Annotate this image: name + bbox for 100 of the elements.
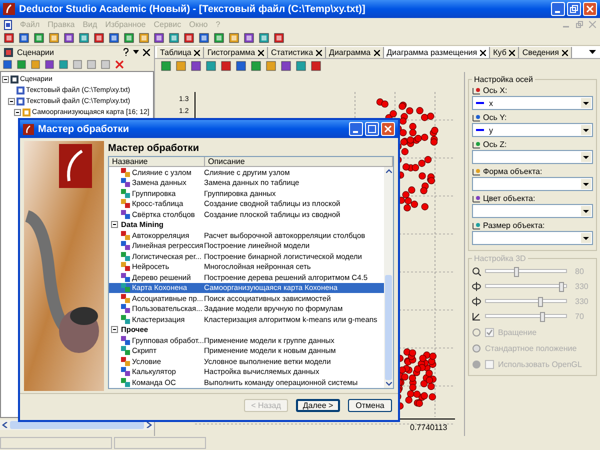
- node-icon: [121, 168, 130, 177]
- line-marker-icon: [476, 129, 484, 131]
- scroll-down-icon[interactable]: [386, 382, 392, 386]
- tab[interactable]: Гистограмма: [204, 47, 268, 58]
- close-icon[interactable]: [562, 50, 568, 56]
- dropdown-arrow-icon[interactable]: [583, 236, 589, 240]
- scroll-thumb[interactable]: [385, 275, 392, 380]
- column-header[interactable]: Описание: [205, 157, 393, 167]
- close-icon[interactable]: [509, 50, 516, 56]
- close-icon[interactable]: [194, 50, 200, 56]
- scenario-icon: [4, 48, 13, 56]
- dropdown-arrow-icon[interactable]: [583, 128, 589, 132]
- collapse-toggle-icon[interactable]: [111, 326, 118, 334]
- tab[interactable]: Таблица: [157, 47, 204, 58]
- panel-title: Сценарии: [17, 48, 55, 56]
- minimize-button[interactable]: [551, 2, 565, 16]
- close-button[interactable]: [583, 2, 597, 16]
- close-button[interactable]: [381, 122, 395, 136]
- slider-value: 330: [575, 282, 588, 291]
- node-icon: [121, 188, 130, 198]
- line-marker-icon: [476, 102, 484, 104]
- maximize-icon: [368, 125, 376, 133]
- tab[interactable]: Статистика: [268, 47, 326, 58]
- tab[interactable]: Сведения: [519, 47, 572, 58]
- node-icon: [121, 378, 130, 387]
- node-icon: [10, 75, 19, 84]
- scroll-left-icon[interactable]: [2, 422, 8, 428]
- dropdown-arrow-icon[interactable]: [589, 50, 596, 54]
- collapse-toggle-icon[interactable]: [2, 76, 9, 83]
- app-logo-icon: [23, 124, 34, 134]
- field-label: Ось Z:: [483, 140, 507, 149]
- node-icon: [121, 272, 130, 282]
- dialog-button[interactable]: Далее >: [296, 398, 340, 412]
- node-icon: [121, 262, 130, 272]
- dialog-button[interactable]: Отмена: [348, 398, 392, 412]
- rotate-icon: [472, 282, 481, 291]
- slider-value: 70: [575, 312, 584, 321]
- close-icon[interactable]: [480, 50, 486, 56]
- scrollbar[interactable]: [384, 167, 393, 388]
- close-icon[interactable]: [316, 50, 322, 56]
- node-icon: [121, 252, 130, 261]
- node-icon: [121, 367, 130, 376]
- close-icon[interactable]: [258, 50, 264, 56]
- scroll-right-icon[interactable]: [146, 422, 152, 428]
- node-icon: [121, 210, 130, 219]
- collapse-toggle-icon[interactable]: [111, 221, 118, 228]
- checkbox-label: Вращение: [498, 328, 537, 336]
- node-icon: [121, 199, 130, 208]
- field-label: Цвет объекта:: [483, 194, 536, 203]
- dropdown-arrow-icon[interactable]: [133, 50, 139, 54]
- field-label: Форма объекта:: [483, 167, 542, 176]
- scroll-up-icon[interactable]: [386, 169, 392, 173]
- minimize-button[interactable]: [349, 122, 363, 136]
- node-icon: [121, 241, 130, 250]
- close-icon: [384, 125, 392, 133]
- dropdown-arrow-icon[interactable]: [583, 182, 589, 186]
- rotate-icon: [472, 328, 481, 336]
- field-label: Ось Y:: [483, 113, 507, 122]
- node-icon: [121, 304, 130, 314]
- dialog-title: Мастер обработки: [38, 124, 129, 134]
- document-icon: [4, 20, 12, 30]
- slider-value: 80: [575, 267, 584, 276]
- rotate-icon: [472, 297, 481, 306]
- dialog-heading: Мастер обработки: [108, 142, 200, 156]
- node-icon: [121, 356, 130, 366]
- node-icon: [121, 283, 130, 292]
- collapse-toggle-icon[interactable]: [8, 98, 15, 105]
- dropdown-arrow-icon[interactable]: [583, 210, 589, 212]
- node-icon: [121, 314, 130, 324]
- close-icon[interactable]: [374, 50, 380, 56]
- node-icon: [121, 346, 130, 356]
- tab[interactable]: Диаграмма: [326, 47, 384, 58]
- node-icon: [121, 230, 130, 240]
- dropdown-arrow-icon[interactable]: [583, 156, 589, 158]
- node-icon: [121, 336, 130, 345]
- column-header[interactable]: Название: [109, 157, 205, 167]
- collapse-toggle-icon[interactable]: [14, 109, 21, 116]
- tab[interactable]: Диаграмма размещения: [384, 47, 490, 58]
- dropdown[interactable]: y: [472, 123, 593, 137]
- slider-value: 330: [575, 297, 588, 306]
- group-title: Настройка 3D: [473, 254, 527, 263]
- node-icon: [16, 97, 25, 106]
- dropdown[interactable]: x: [472, 96, 593, 110]
- sphere-icon: [472, 360, 481, 368]
- restore-button[interactable]: [567, 2, 581, 16]
- node-icon: [22, 108, 31, 117]
- checkbox-label: Использовать OpenGL: [498, 360, 582, 368]
- maximize-button[interactable]: [365, 122, 379, 136]
- node-icon: [16, 86, 25, 95]
- field-label: Размер объекта:: [483, 221, 545, 230]
- tab[interactable]: Куб: [490, 47, 520, 58]
- close-icon[interactable]: [143, 48, 150, 56]
- window-title: Deductor Studio Academic (Новый) - [Текстовый файл (C:\Temp\xy.txt)]: [19, 4, 366, 14]
- node-icon: [121, 294, 130, 303]
- field-label: Ось X:: [483, 86, 508, 95]
- close-icon: [586, 5, 594, 13]
- node-icon: [121, 178, 130, 188]
- app-logo-icon: [3, 3, 15, 15]
- delete-icon[interactable]: [115, 60, 124, 69]
- dropdown-arrow-icon[interactable]: [583, 102, 589, 104]
